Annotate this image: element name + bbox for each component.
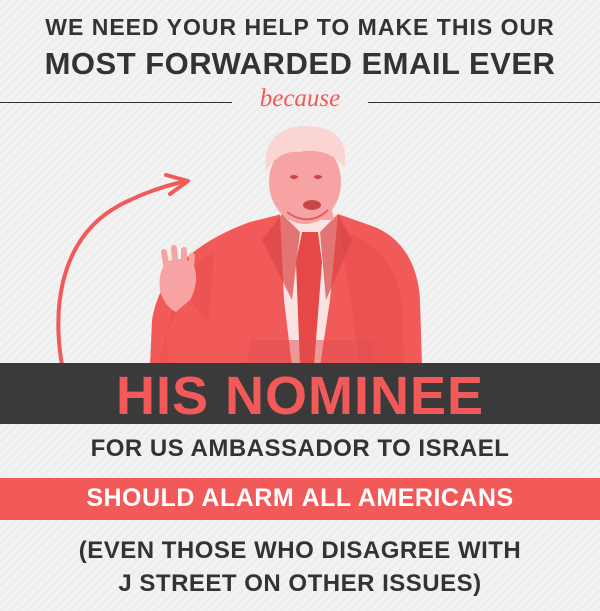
headline-line-2: MOST FORWARDED EMAIL EVER — [44, 46, 556, 81]
because-label: because — [259, 85, 341, 112]
headline-line-1: WE NEED YOUR HELP TO MAKE THIS OUR — [45, 14, 555, 40]
alarm-line: SHOULD ALARM ALL AMERICANS — [0, 484, 600, 513]
person-illustration — [56, 126, 422, 366]
divider-line-left — [0, 102, 232, 103]
ambassador-line: FOR US AMBASSADOR TO ISRAEL — [90, 435, 510, 462]
alarm-emphasis: ALL AMERICANS — [301, 484, 514, 512]
nominee-heading: HIS NOMINEE — [115, 366, 485, 426]
alarm-prefix: SHOULD ALARM — [86, 484, 302, 512]
paren-line-2: J STREET ON OTHER ISSUES) — [118, 570, 482, 597]
paren-line-1: (EVEN THOSE WHO DISAGREE WITH — [78, 537, 522, 564]
divider-line-right — [368, 102, 600, 103]
